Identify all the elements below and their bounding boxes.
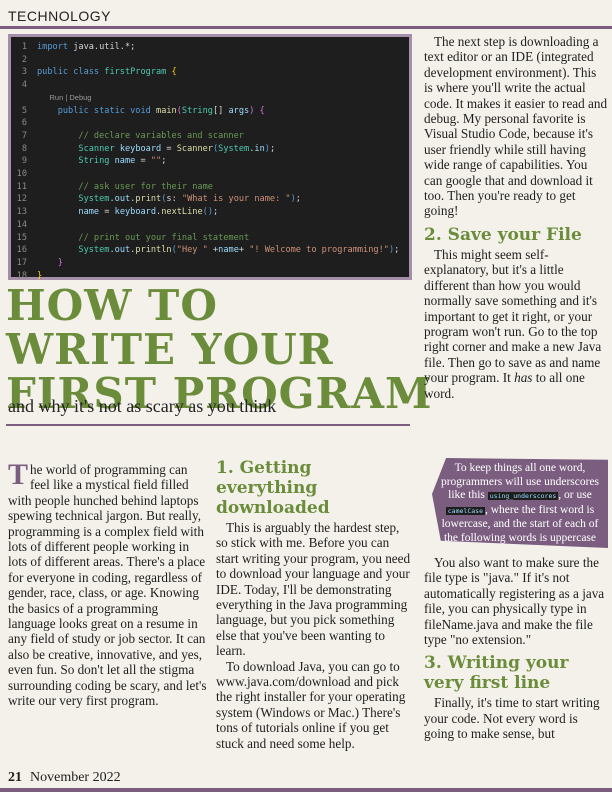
title-line: WRITE YOUR <box>6 325 334 374</box>
intro-column: The world of programming can feel like a… <box>8 458 208 709</box>
text: , or use <box>558 489 592 501</box>
footer: 21 November 2022 <box>8 770 121 786</box>
section-label: TECHNOLOGY <box>8 8 112 24</box>
subtitle-rule <box>6 424 410 426</box>
header-rule <box>0 26 612 29</box>
code-screenshot: 1 import java.util.*; 2 3 public class fir… <box>8 34 412 281</box>
callout-box: To keep things all one word, programmers… <box>432 458 608 548</box>
footer-rule <box>0 788 612 792</box>
paragraph: Finally, it's time to start writing your… <box>424 695 600 742</box>
intro-text: he world of programming can feel like a … <box>8 462 207 709</box>
paragraph: The next step is downloading a text edit… <box>424 34 608 219</box>
emphasis: has <box>514 370 533 386</box>
page-number: 21 <box>8 770 22 785</box>
title-line: HOW TO <box>6 281 218 330</box>
heading-save-file: 2. Save your File <box>424 224 582 245</box>
column-3-continued: You also want to make sure the file type… <box>424 555 608 742</box>
heading-getting-downloaded: 1. Getting everything downloaded <box>216 458 330 518</box>
code-sample: using_underscores <box>487 492 559 500</box>
subtitle: and why it's not as scary as you think <box>8 396 277 416</box>
heading-writing-first-line: 3. Writing your very first line <box>424 653 569 694</box>
column-3: The next step is downloading a text edit… <box>424 34 608 401</box>
column-2: 1. Getting everything downloaded This is… <box>216 458 412 751</box>
paragraph: This might seem self-explanatory, but it… <box>424 247 608 401</box>
byline: BY ALEXIS GIOBBI <box>300 257 400 269</box>
paragraph: This is arguably the hardest step, so st… <box>216 520 411 659</box>
issue-date: November 2022 <box>30 770 121 785</box>
paragraph: You also want to make sure the file type… <box>424 555 605 648</box>
paragraph: To download Java, you can go to www.java… <box>216 658 406 751</box>
drop-cap: T <box>8 458 29 491</box>
text: This might seem self-explanatory, but it… <box>424 246 602 386</box>
code-sample: camelCase <box>445 506 485 515</box>
